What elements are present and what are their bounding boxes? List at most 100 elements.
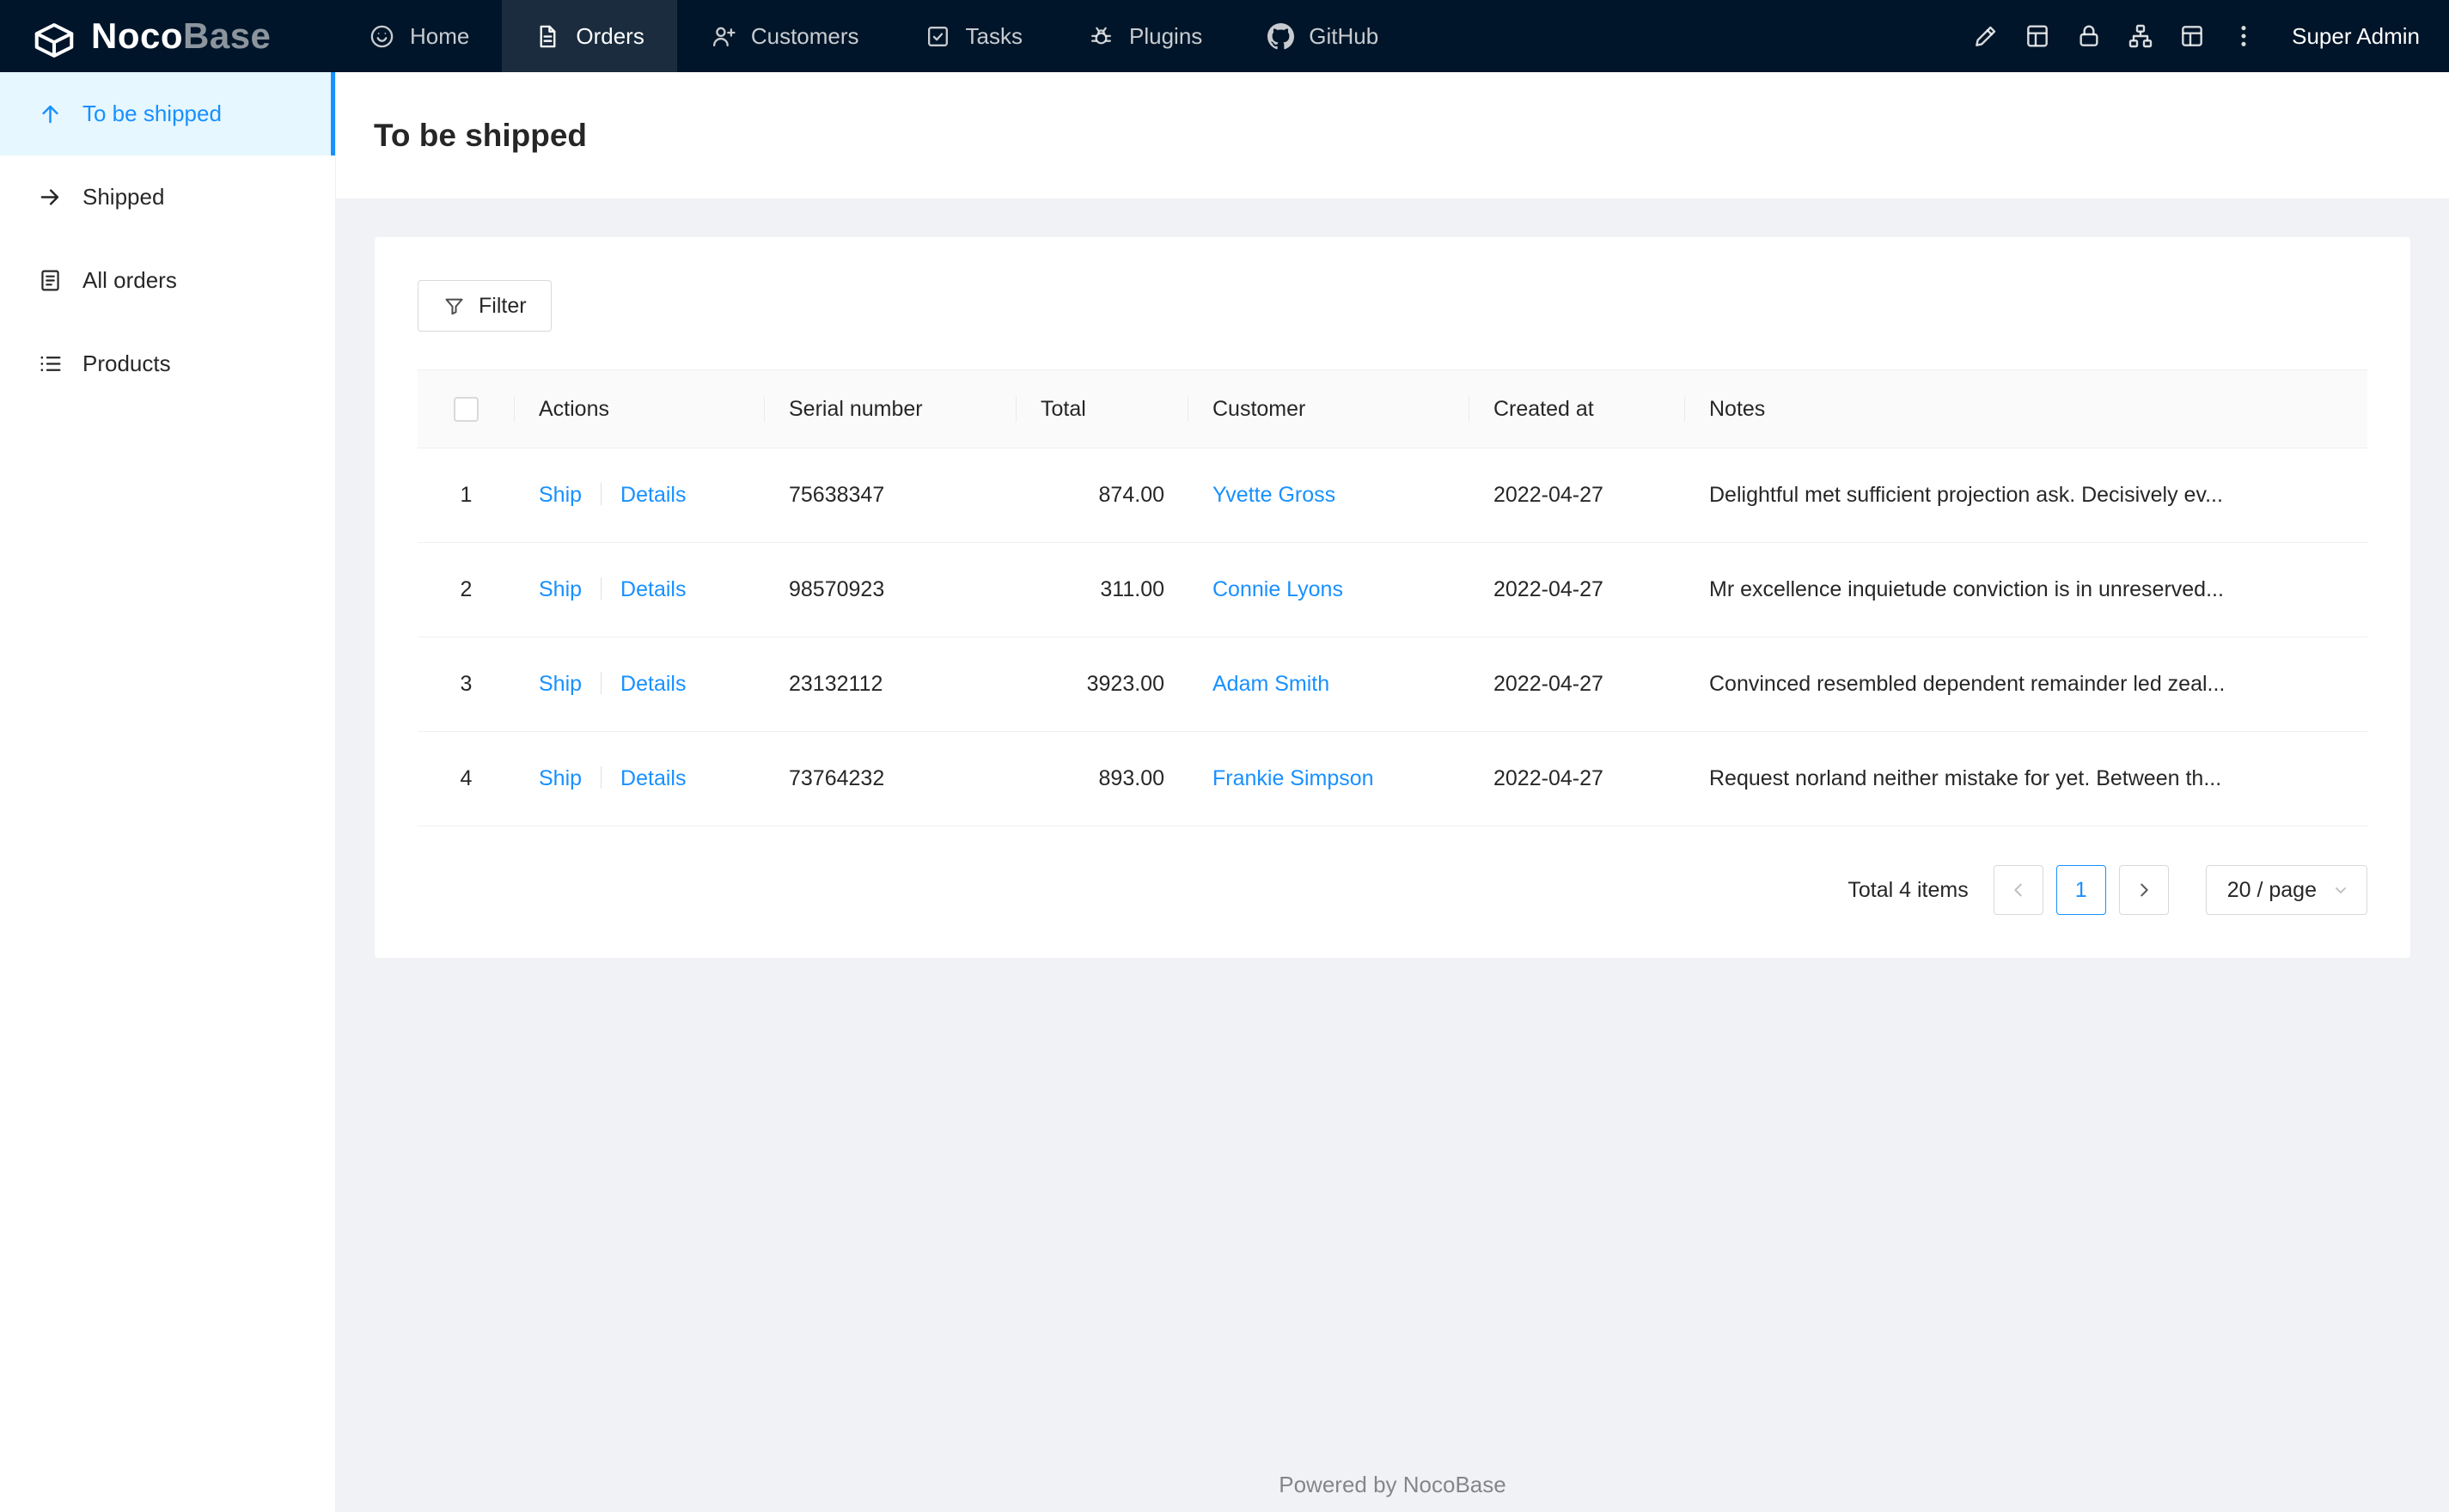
chevron-right-icon (2140, 883, 2148, 897)
layout-icon[interactable] (2166, 0, 2218, 72)
page-size-select[interactable]: 20 / page (2205, 865, 2367, 915)
sidebar-item-label: Products (82, 351, 171, 376)
sidebar-item-products[interactable]: Products (0, 322, 335, 405)
row-actions: Ship Details (515, 731, 765, 826)
page-title: To be shipped (374, 117, 588, 153)
sidebar: To be shipped Shipped All orders Product… (0, 72, 336, 1512)
table-row: 1 Ship Details 75638347 874.00 Yvette Gro… (418, 448, 2367, 543)
serial-number-cell: 98570923 (765, 542, 1017, 637)
orders-table: Actions Serial number Total Customer Cre… (418, 369, 2367, 826)
nav-item-label: Tasks (965, 22, 1023, 49)
details-link[interactable]: Details (620, 577, 686, 601)
home-icon (369, 23, 395, 50)
total-cell: 311.00 (1017, 542, 1188, 637)
details-link[interactable]: Details (620, 766, 686, 790)
table-row: 4 Ship Details 73764232 893.00 Frankie Si… (418, 731, 2367, 826)
nav-item-label: GitHub (1309, 22, 1379, 49)
nocobase-logo[interactable]: NocoBase (0, 0, 336, 72)
orders-file-icon (38, 268, 63, 293)
collections-icon[interactable] (2012, 0, 2063, 72)
divider (601, 577, 602, 600)
sidebar-item-to-be-shipped[interactable]: To be shipped (0, 72, 335, 155)
sidebar-item-shipped[interactable]: Shipped (0, 155, 335, 239)
filter-icon (445, 298, 463, 314)
notes-cell: Delightful met sufficient projection ask… (1685, 448, 2367, 543)
tasks-icon (925, 23, 951, 50)
filter-button-label: Filter (479, 293, 527, 318)
ship-link[interactable]: Ship (539, 766, 582, 790)
total-cell: 893.00 (1017, 731, 1188, 826)
customer-cell: Adam Smith (1188, 637, 1469, 732)
row-actions: Ship Details (515, 448, 765, 543)
pagination-prev-button[interactable] (1993, 865, 2043, 915)
filter-button[interactable]: Filter (418, 280, 552, 332)
row-index: 3 (418, 637, 515, 732)
page-header: To be shipped (336, 72, 2449, 198)
column-header-customer: Customer (1188, 369, 1469, 448)
column-header-serial: Serial number (765, 369, 1017, 448)
customer-link[interactable]: Yvette Gross (1212, 483, 1335, 507)
pagination-next-button[interactable] (2118, 865, 2169, 915)
customers-icon (710, 23, 736, 50)
permissions-org-icon[interactable] (2115, 0, 2166, 72)
select-all-checkbox[interactable] (454, 396, 479, 422)
total-cell: 874.00 (1017, 448, 1188, 543)
header-checkbox-cell (418, 369, 515, 448)
sidebar-item-all-orders[interactable]: All orders (0, 239, 335, 322)
customer-link[interactable]: Adam Smith (1212, 672, 1329, 696)
lock-icon[interactable] (2063, 0, 2115, 72)
ship-link[interactable]: Ship (539, 483, 582, 507)
details-link[interactable]: Details (620, 483, 686, 507)
notes-cell: Request norland neither mistake for yet.… (1685, 731, 2367, 826)
serial-number-cell: 75638347 (765, 448, 1017, 543)
nav-item-label: Plugins (1129, 22, 1203, 49)
row-index: 1 (418, 448, 515, 543)
sidebar-item-label: All orders (82, 267, 177, 293)
column-header-total: Total (1017, 369, 1188, 448)
details-link[interactable]: Details (620, 672, 686, 696)
nocobase-logo-text: NocoBase (91, 15, 271, 57)
more-kebab-icon[interactable] (2218, 0, 2269, 72)
divider (601, 672, 602, 694)
table-row: 3 Ship Details 23132112 3923.00 Adam Smit… (418, 637, 2367, 732)
arrow-right-icon (38, 185, 63, 210)
divider (601, 483, 602, 505)
powered-by-footer: Powered by NocoBase (1279, 1472, 1506, 1497)
divider (601, 766, 602, 789)
github-icon (1267, 22, 1295, 50)
created-at-cell: 2022-04-27 (1469, 731, 1685, 826)
logo-base: Base (183, 15, 272, 56)
pagination-page-1[interactable]: 1 (2055, 865, 2106, 915)
nav-item-github[interactable]: GitHub (1235, 0, 1411, 72)
pagination: Total 4 items 1 20 / page (418, 865, 2367, 915)
pagination-total: Total 4 items (1847, 877, 1969, 902)
table-header-row: Actions Serial number Total Customer Cre… (418, 369, 2367, 448)
total-cell: 3923.00 (1017, 637, 1188, 732)
customer-cell: Yvette Gross (1188, 448, 1469, 543)
user-menu[interactable]: Super Admin (2292, 23, 2420, 50)
customer-link[interactable]: Frankie Simpson (1212, 766, 1374, 790)
ship-link[interactable]: Ship (539, 577, 582, 601)
navbar-actions: Super Admin (1960, 0, 2449, 72)
nav-item-orders[interactable]: Orders (502, 0, 677, 72)
main-area: To be shipped Filter Actions Serial numb… (336, 72, 2449, 1512)
customer-cell: Connie Lyons (1188, 542, 1469, 637)
created-at-cell: 2022-04-27 (1469, 637, 1685, 732)
column-header-created: Created at (1469, 369, 1685, 448)
design-pen-icon[interactable] (1960, 0, 2012, 72)
logo-noco: Noco (91, 15, 183, 56)
nav-item-tasks[interactable]: Tasks (892, 0, 1055, 72)
ship-link[interactable]: Ship (539, 672, 582, 696)
nav-item-plugins[interactable]: Plugins (1055, 0, 1235, 72)
nav-item-home[interactable]: Home (336, 0, 502, 72)
created-at-cell: 2022-04-27 (1469, 542, 1685, 637)
plugins-icon (1088, 23, 1115, 50)
serial-number-cell: 23132112 (765, 637, 1017, 732)
nocobase-logo-icon (31, 17, 77, 58)
page-size-value: 20 / page (2226, 877, 2317, 902)
arrow-up-icon (38, 101, 63, 126)
column-header-actions: Actions (515, 369, 765, 448)
customer-link[interactable]: Connie Lyons (1212, 577, 1343, 601)
nav-item-label: Home (410, 22, 470, 49)
nav-item-customers[interactable]: Customers (677, 0, 892, 72)
